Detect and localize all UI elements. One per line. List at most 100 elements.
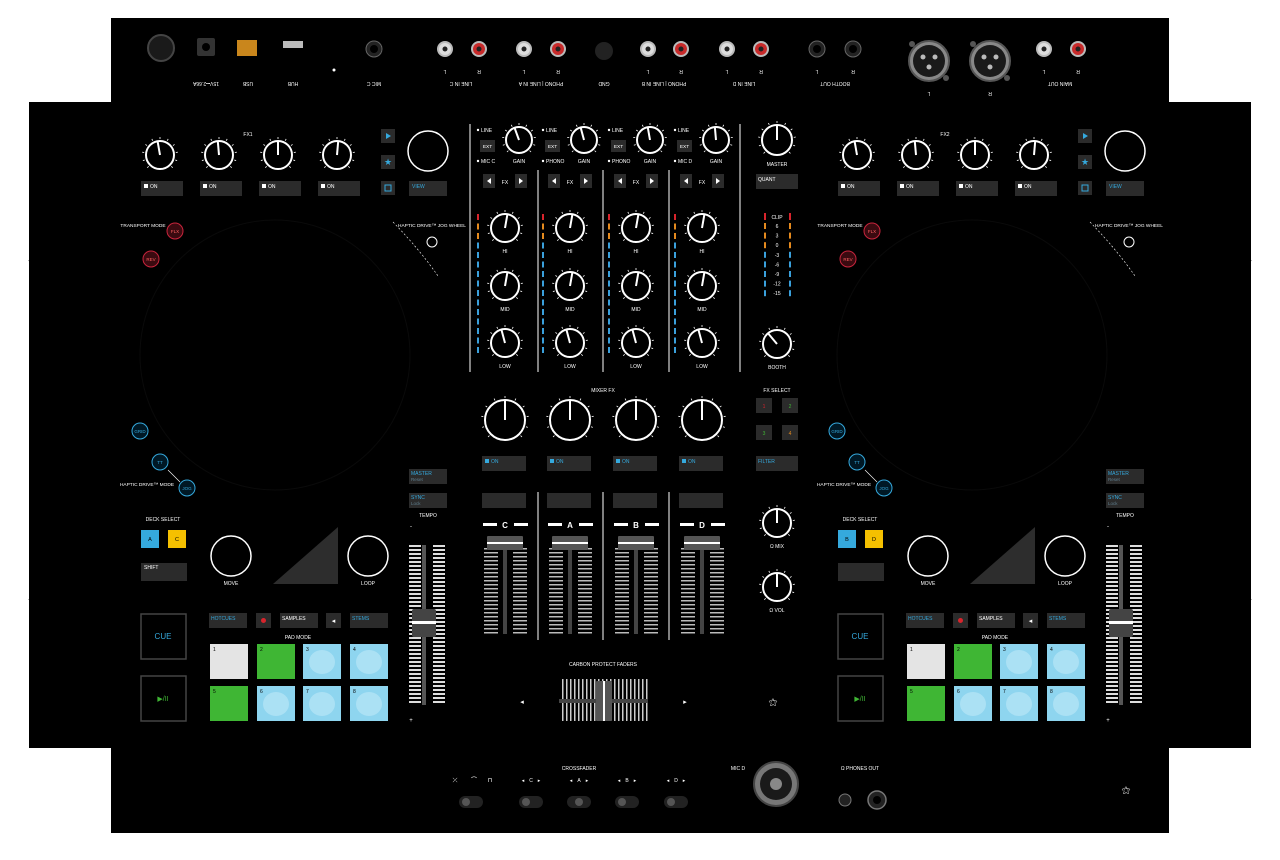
tempo-scale-tick [409, 545, 421, 547]
mixer-fx-on-button[interactable] [547, 456, 591, 471]
browse-button[interactable] [1078, 181, 1092, 195]
haptic-mode-label: HAPTIC DRIVE™ MODE [817, 482, 871, 488]
fader-scale-tick [710, 632, 724, 634]
rear-label: MAIN OUT [1048, 80, 1072, 86]
play-pause-label: ▶/II [157, 696, 168, 703]
fader-marker-left [680, 523, 694, 526]
channel-cue-button[interactable] [482, 493, 526, 508]
loop-encoder[interactable] [1045, 536, 1085, 576]
fader-scale-tick [513, 556, 527, 558]
tempo-scale-tick [1130, 673, 1142, 675]
main-xlr-r-pin [994, 55, 999, 60]
fx-on-button[interactable] [200, 181, 242, 196]
fader-scale-tick [710, 580, 724, 582]
fx-on-button[interactable] [838, 181, 880, 196]
fader-scale-tick [549, 632, 563, 634]
usb-port[interactable] [237, 40, 257, 56]
tempo-scale-tick [1106, 645, 1118, 647]
pad-glow [1006, 650, 1032, 674]
fx-on-button[interactable] [259, 181, 301, 196]
tempo-scale-tick [409, 597, 421, 599]
fx-on-button[interactable] [956, 181, 998, 196]
tempo-scale-tick [1130, 597, 1142, 599]
channel-meter-segment [608, 252, 610, 258]
channel-cue-button[interactable] [613, 493, 657, 508]
channel-meter-segment [542, 243, 544, 249]
gain-label: GAIN [710, 159, 723, 165]
tempo-scale-tick [409, 569, 421, 571]
tempo-scale-tick [1106, 601, 1118, 603]
tempo-scale-tick [1106, 685, 1118, 687]
master-meter-segment [764, 233, 766, 239]
tempo-scale-tick [1130, 589, 1142, 591]
fader-scale-tick [644, 616, 658, 618]
fader-scale-tick [710, 584, 724, 586]
shift-button[interactable] [838, 563, 884, 581]
fx-on-button[interactable] [318, 181, 360, 196]
fader-scale-tick [681, 552, 695, 554]
move-encoder[interactable] [211, 536, 251, 576]
fader-scale-tick [578, 576, 592, 578]
fader-scale-tick [681, 596, 695, 598]
pad-glow [960, 692, 986, 716]
tempo-scale-tick [1106, 697, 1118, 699]
main-xlr-l-screw [909, 41, 915, 47]
phones-mini-jack[interactable] [839, 794, 851, 806]
dc-in-hole [202, 43, 210, 51]
source-led [674, 160, 676, 162]
fader-scale-tick [710, 616, 724, 618]
fader-scale-tick [681, 588, 695, 590]
line-c-r-jack-hole [477, 47, 482, 52]
fx-on-button[interactable] [897, 181, 939, 196]
play-pause-label: ▶/II [854, 696, 865, 703]
gnd-terminal[interactable] [595, 42, 613, 60]
tempo-scale-tick [1106, 665, 1118, 667]
mixer-fx-on-button[interactable] [613, 456, 657, 471]
browse-encoder[interactable] [408, 131, 448, 171]
star-icon: ★ [1081, 157, 1089, 167]
fx-select-label: FX SELECT [763, 388, 790, 394]
curve-cut-icon: ⊓ [488, 778, 493, 784]
fx-on-button[interactable] [1015, 181, 1057, 196]
channel-meter-segment [477, 243, 479, 249]
master-meter-segment [789, 233, 791, 239]
tempo-scale-tick [409, 577, 421, 579]
channel-cue-button[interactable] [547, 493, 591, 508]
tempo-label: TEMPO [419, 513, 437, 519]
tempo-scale-tick [1106, 669, 1118, 671]
fader-scale-tick [549, 592, 563, 594]
mixer-fx-on-button[interactable] [679, 456, 723, 471]
fader-scale-tick [644, 580, 658, 582]
pad-number: 4 [353, 647, 356, 653]
move-encoder[interactable] [908, 536, 948, 576]
mixer-fx-on-label: ON [688, 459, 696, 465]
dj-controller: 15V⎓2.66AUSBHUBMIC CLINE IN CPHONO | LIN… [0, 0, 1280, 855]
fader-scale-tick [710, 612, 724, 614]
source-led [542, 129, 544, 131]
crossfader-cap-line [603, 681, 605, 721]
fx-on-button[interactable] [141, 181, 183, 196]
tempo-scale-tick [1106, 597, 1118, 599]
fader-scale-tick [513, 608, 527, 610]
tempo-scale-tick [1106, 557, 1118, 559]
xf-assign-label: D [674, 778, 678, 784]
fx-select-number: 1 [763, 404, 766, 410]
fader-scale-tick [710, 552, 724, 554]
mixer-fx-on-button[interactable] [482, 456, 526, 471]
fader-scale-tick [513, 596, 527, 598]
browse-button[interactable] [381, 181, 395, 195]
rear-lr-label: L [815, 68, 818, 74]
loop-encoder[interactable] [348, 536, 388, 576]
fx-on-led [321, 184, 325, 188]
channel-cue-button[interactable] [679, 493, 723, 508]
master-meter-segment [789, 242, 791, 248]
tempo-scale-tick [409, 661, 421, 663]
tempo-scale-tick [433, 581, 445, 583]
pad-number: 4 [1050, 647, 1053, 653]
hub-port[interactable] [283, 41, 303, 48]
fader-scale-tick [710, 556, 724, 558]
record-icon [958, 618, 963, 623]
power-button[interactable] [148, 35, 174, 61]
browse-encoder[interactable] [1105, 131, 1145, 171]
channel-meter-segment [542, 224, 544, 230]
